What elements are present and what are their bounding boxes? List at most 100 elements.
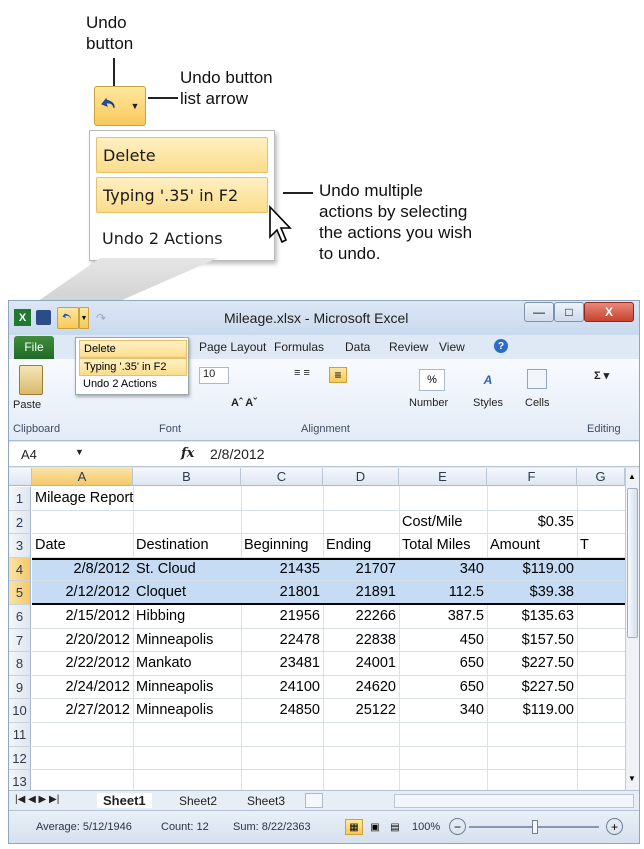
row-header[interactable]: 11 [9,723,31,747]
cell[interactable]: $227.50 [490,676,574,699]
help-icon[interactable]: ? [494,339,508,353]
cell[interactable] [490,487,574,510]
cell[interactable] [580,605,622,628]
tab-formulas[interactable]: Formulas [274,340,324,354]
insert-sheet-icon[interactable] [305,793,323,808]
cells-label[interactable]: Cells [525,397,549,409]
row-header[interactable]: 7 [9,628,31,653]
cell[interactable]: 2/20/2012 [35,629,130,652]
row-header[interactable]: 10 [9,699,31,723]
row-header[interactable]: 4 [9,557,31,582]
sheet-nav-icons[interactable]: |◀ ◀ ▶ ▶| [15,794,59,805]
cell[interactable]: $227.50 [490,652,574,675]
cell[interactable] [35,747,130,770]
cell[interactable] [244,487,320,510]
cell[interactable] [136,511,238,534]
zoom-slider-thumb[interactable] [532,820,538,834]
cell[interactable]: 2/27/2012 [35,699,130,722]
cell[interactable] [580,676,622,699]
autosum-icon[interactable]: Σ ▾ [594,369,609,382]
cell[interactable]: 24001 [326,652,396,675]
sheet-tab-2[interactable]: Sheet2 [179,794,217,808]
cell[interactable]: $0.35 [490,511,574,534]
column-header-a[interactable]: A [32,468,133,486]
cell[interactable]: Minneapolis [136,699,238,722]
cell[interactable] [326,487,396,510]
cell[interactable]: Total Miles [402,534,484,557]
name-box[interactable]: A4 [21,447,37,462]
undo-menu-item-delete-small[interactable]: Delete [79,340,187,358]
cell[interactable] [580,699,622,722]
cell[interactable] [580,652,622,675]
cell[interactable] [136,723,238,746]
cell[interactable]: Minneapolis [136,629,238,652]
cell[interactable] [580,629,622,652]
cell[interactable] [244,723,320,746]
cell[interactable] [136,487,238,510]
cell[interactable]: Ending [326,534,396,557]
font-size-box[interactable]: 10 [199,367,229,384]
cell[interactable] [580,511,622,534]
column-header-d[interactable]: D [323,468,399,486]
paste-icon[interactable] [19,365,43,395]
cell[interactable] [326,511,396,534]
column-header-b[interactable]: B [133,468,241,486]
sheet-tab-3[interactable]: Sheet3 [247,794,285,808]
redo-icon[interactable]: ↷ [94,309,108,327]
scroll-up-icon[interactable]: ▲ [628,472,636,481]
page-break-view-icon[interactable]: ▤ [387,819,403,835]
cell[interactable]: 650 [402,676,484,699]
align-icons[interactable]: ≡ ≡ [294,367,310,379]
cell[interactable]: 340 [402,699,484,722]
cell[interactable]: 387.5 [402,605,484,628]
row-header[interactable]: 12 [9,746,31,771]
undo-button[interactable] [57,307,79,329]
undo-menu-item-typing[interactable]: Typing '.35' in F2 [96,177,268,213]
undo-list-arrow[interactable]: ▼ [79,307,89,329]
tab-file[interactable]: File [14,336,54,359]
number-label[interactable]: Number [409,397,448,409]
row-header[interactable]: 3 [9,534,31,558]
cell[interactable] [244,511,320,534]
cell[interactable]: $119.00 [490,699,574,722]
cell[interactable]: $157.50 [490,629,574,652]
cell[interactable] [35,723,130,746]
cell[interactable]: 2/22/2012 [35,652,130,675]
column-header-g[interactable]: G [577,468,625,486]
cell[interactable]: Mankato [136,652,238,675]
restore-button[interactable]: □ [554,302,584,322]
row-header[interactable]: 6 [9,605,31,629]
cell[interactable] [580,747,622,770]
cell[interactable]: 25122 [326,699,396,722]
scroll-down-icon[interactable]: ▼ [628,774,636,783]
cell[interactable]: 24620 [326,676,396,699]
select-all-corner[interactable] [9,468,32,486]
cell[interactable]: 650 [402,652,484,675]
cell[interactable]: Beginning [244,534,320,557]
minimize-button[interactable]: — [524,302,554,322]
cell[interactable]: 2/24/2012 [35,676,130,699]
cell[interactable] [244,747,320,770]
cell[interactable] [35,511,130,534]
zoom-out-icon[interactable]: − [449,818,466,835]
row-header[interactable]: 1 [9,487,31,511]
tab-review[interactable]: Review [389,340,428,354]
row-header[interactable]: 9 [9,675,31,700]
cell[interactable]: Hibbing [136,605,238,628]
cell[interactable] [326,723,396,746]
undo-list-arrow-enlarged[interactable]: ▼ [125,86,146,126]
zoom-level[interactable]: 100% [412,821,440,833]
column-header-e[interactable]: E [399,468,487,486]
cell[interactable]: 24100 [244,676,320,699]
cell[interactable]: 22478 [244,629,320,652]
cell[interactable] [580,487,622,510]
cell[interactable]: 2/15/2012 [35,605,130,628]
save-icon[interactable] [36,310,51,325]
cell[interactable] [402,747,484,770]
undo-button-enlarged[interactable] [94,86,126,126]
formula-input[interactable]: 2/8/2012 [210,446,265,462]
wrap-text-icon[interactable]: ≡ [329,367,347,383]
column-header-c[interactable]: C [241,468,323,486]
cell[interactable]: 23481 [244,652,320,675]
styles-icon[interactable]: A [476,369,500,391]
